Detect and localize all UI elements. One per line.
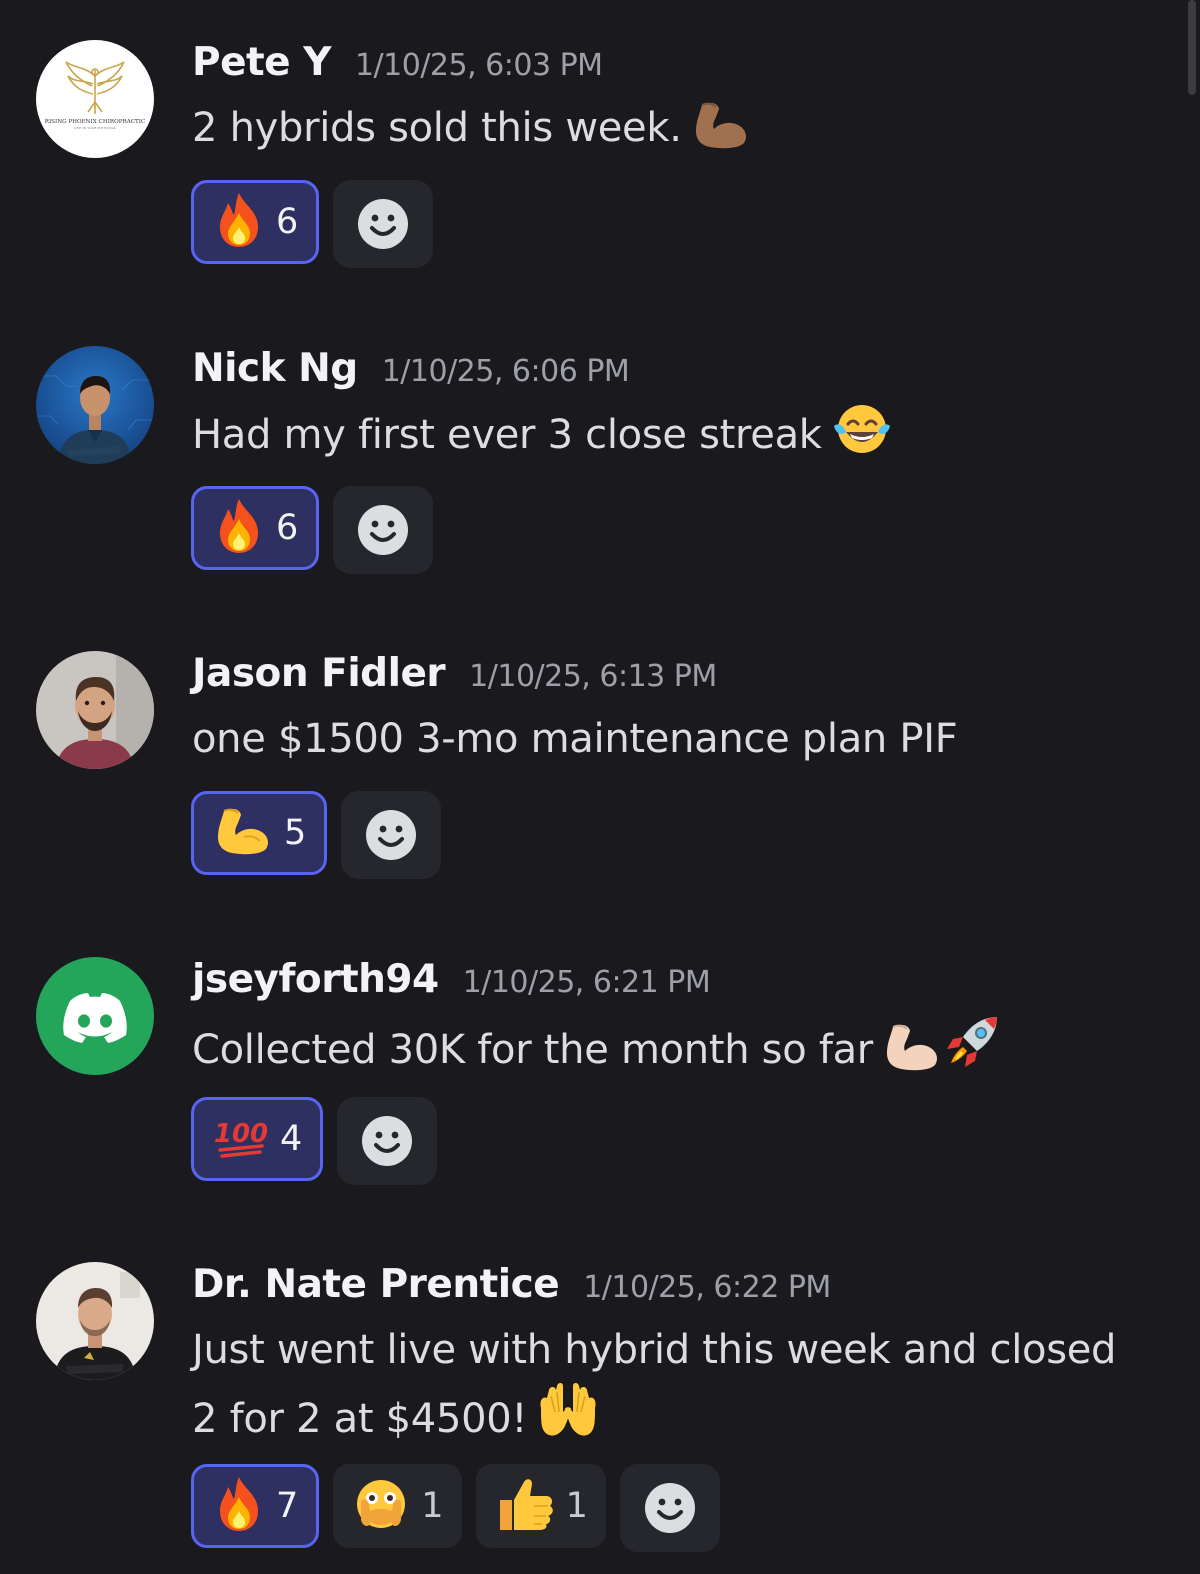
username[interactable]: jseyforth94 [192,957,439,1002]
user-photo-icon [36,346,154,464]
message-text: one $1500 3-mo maintenance plan PIF [192,716,958,762]
username[interactable]: Dr. Nate Prentice [192,1262,560,1307]
flexed-biceps-icon [883,1023,941,1071]
face-with-tears-of-joy-icon [832,402,892,456]
reaction-count: 1 [421,1486,444,1526]
reaction-count: 4 [280,1119,303,1159]
smiley-face-icon [358,505,409,555]
message-header: Pete Y 1/10/25, 6:03 PM [192,40,603,92]
add-reaction-button[interactable] [333,180,434,268]
reactions-bar: 6 [191,486,434,574]
reaction-count: 1 [565,1486,588,1526]
flexed-biceps-icon [692,101,750,149]
fire-icon [214,191,264,253]
username[interactable]: Nick Ng [192,346,358,391]
avatar-jason-fidler[interactable] [36,651,154,769]
hundred-points-icon: 100 [214,1110,268,1168]
svg-text:RISING PHOENIX CHIROPRACTIC: RISING PHOENIX CHIROPRACTIC [45,119,145,125]
raising-hands-icon [537,1382,599,1440]
reaction-count: 6 [276,508,299,548]
avatar-pete-y[interactable]: RISING PHOENIX CHIROPRACTIC LIVE IN YOUR… [36,40,154,158]
message-jseyforth94: jseyforth94 1/10/25, 6:21 PM Collected 3… [0,957,1180,1197]
avatar-nick-ng[interactable] [36,346,154,464]
fire-icon [214,497,264,559]
reaction-face-hand-over-mouth[interactable]: 1 [333,1464,462,1548]
message-text: Had my first ever 3 close streak [192,402,1162,467]
message-header: Jason Fidler 1/10/25, 6:13 PM [192,651,717,703]
add-reaction-button[interactable] [337,1097,438,1185]
reaction-fire[interactable]: 7 [191,1464,320,1548]
reaction-fire[interactable]: 6 [191,180,320,264]
smiley-face-icon [358,199,409,249]
message-dr-nate-prentice: Dr. Nate Prentice 1/10/25, 6:22 PM Just … [0,1262,1180,1562]
add-reaction-button[interactable] [333,486,434,574]
reaction-count: 5 [284,813,307,853]
avatar-jseyforth94[interactable] [36,957,154,1075]
reaction-count: 7 [276,1486,299,1526]
timestamp: 1/10/25, 6:03 PM [354,48,603,83]
message-jason-fidler: Jason Fidler 1/10/25, 6:13 PM one $1500 … [0,651,1180,891]
flexed-biceps-icon [214,806,272,860]
fire-icon [214,1475,264,1537]
reaction-fire[interactable]: 6 [191,486,320,570]
reactions-bar: 7 1 1 [191,1464,720,1552]
message-pete-y: RISING PHOENIX CHIROPRACTIC LIVE IN YOUR… [0,40,1180,280]
discord-logo-icon [36,957,154,1075]
face-with-open-eyes-and-hand-over-mouth-icon [353,1476,409,1536]
smiley-face-icon [366,810,417,860]
reactions-bar: 6 [191,180,434,268]
add-reaction-button[interactable] [619,1464,720,1552]
message-header: Dr. Nate Prentice 1/10/25, 6:22 PM [192,1262,831,1314]
timestamp: 1/10/25, 6:21 PM [462,965,711,1000]
reaction-hundred-points[interactable]: 100 4 [191,1097,324,1181]
add-reaction-button[interactable] [341,791,442,879]
message-text: 2 hybrids sold this week. [192,96,1162,160]
avatar-dr-nate-prentice[interactable] [36,1262,154,1380]
thumbs-up-icon [496,1476,554,1536]
timestamp: 1/10/25, 6:13 PM [469,659,717,694]
timestamp: 1/10/25, 6:06 PM [381,354,630,389]
message-header: jseyforth94 1/10/25, 6:21 PM [192,957,711,1009]
username[interactable]: Pete Y [192,40,331,85]
timestamp: 1/10/25, 6:22 PM [583,1270,831,1305]
rocket-icon [943,1013,1001,1071]
username[interactable]: Jason Fidler [192,651,446,696]
message-header: Nick Ng 1/10/25, 6:06 PM [192,346,630,398]
reaction-flexed-biceps[interactable]: 5 [191,791,328,875]
reaction-thumbs-up[interactable]: 1 [475,1464,606,1548]
user-photo-icon [36,651,154,769]
reactions-bar: 5 [191,791,442,879]
smiley-face-icon [644,1483,695,1533]
scrollbar-thumb[interactable] [1188,0,1196,95]
svg-text:LIVE IN YOUR POTENTIAL: LIVE IN YOUR POTENTIAL [74,126,116,130]
message-feed: RISING PHOENIX CHIROPRACTIC LIVE IN YOUR… [0,0,1200,1574]
message-text: Just went live with hybrid this week and… [192,1327,1117,1442]
user-photo-icon [36,1262,154,1380]
message-text: Collected 30K for the month so far [192,1013,1162,1082]
rising-phoenix-logo-icon: RISING PHOENIX CHIROPRACTIC LIVE IN YOUR… [36,40,154,158]
smiley-face-icon [362,1116,413,1166]
reaction-count: 6 [276,202,299,242]
message-nick-ng: Nick Ng 1/10/25, 6:06 PM Had my first ev… [0,346,1180,586]
reactions-bar: 100 4 [191,1097,438,1185]
